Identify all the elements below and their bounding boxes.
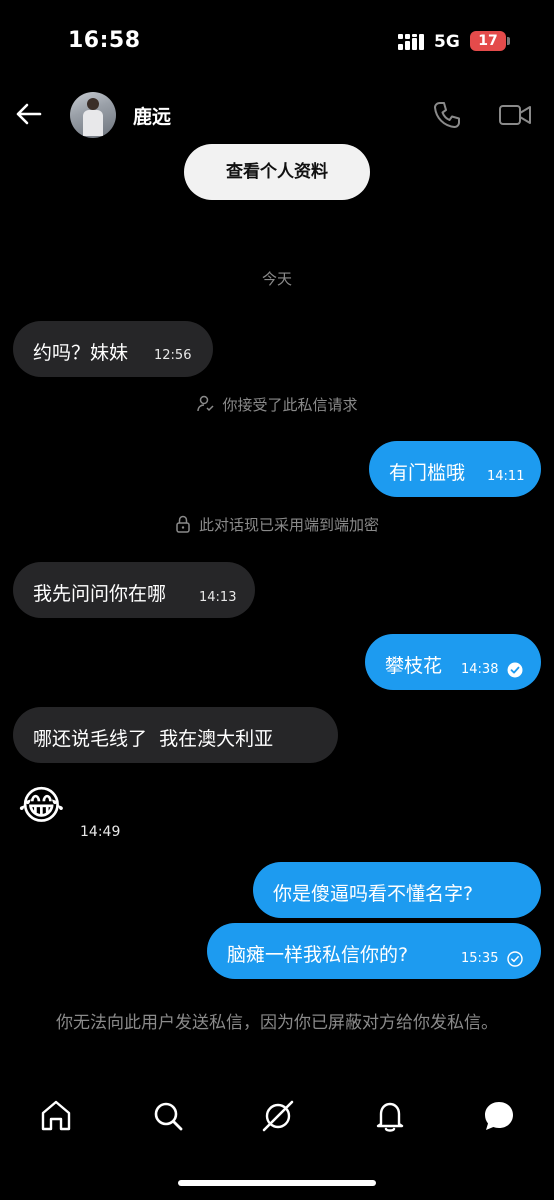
message-outgoing[interactable]: 脑瘫一样我私信你的? 15:35 [207,923,541,979]
person-check-icon [197,395,215,412]
message-text: 哪还说毛线了 我在澳大利亚 [33,728,274,750]
video-call-icon[interactable] [498,100,532,130]
system-text: 此对话现已采用端到端加密 [198,516,379,534]
contact-name[interactable]: 鹿远 [133,102,171,129]
message-text: 我先问问你在哪 [33,583,167,605]
message-time: 12:56 [154,348,192,363]
message-outgoing[interactable]: 攀枝花 14:38 [365,634,541,690]
message-text: 脑瘫一样我私信你的? [227,944,409,966]
status-time: 16:58 [68,28,141,53]
lock-icon [176,515,190,533]
message-time: 14:11 [487,469,525,484]
message-time: 15:35 [461,951,499,966]
home-icon[interactable] [38,1098,74,1134]
message-time: 14:49 [80,824,121,840]
message-text: 攀枝花 [385,655,443,677]
battery-cap [507,37,510,45]
message-incoming[interactable]: 约吗？妹妹 12:56 [13,321,213,377]
blocked-notice: 你无法向此用户发送私信，因为你已屏蔽对方给你发私信。 [56,1013,498,1033]
message-time: 14:38 [461,662,499,677]
date-divider: 今天 [261,270,292,288]
messages-icon[interactable] [481,1098,517,1134]
system-message-accepted: 你接受了此私信请求 [0,394,554,415]
message-time: 14:13 [199,590,237,605]
signal-icon [398,34,424,50]
system-message-encrypted: 此对话现已采用端到端加密 [0,514,554,535]
phone-icon[interactable] [432,100,462,130]
battery-icon: 17 [470,31,506,51]
network-type: 5G [434,32,460,52]
message-text: 约吗？妹妹 [33,342,129,364]
back-arrow-icon[interactable] [14,100,42,128]
read-check-icon [507,662,523,678]
search-icon[interactable] [150,1098,186,1134]
view-profile-button[interactable]: 查看个人资料 [184,144,370,200]
avatar[interactable] [70,92,116,138]
message-incoming[interactable]: 哪还说毛线了 我在澳大利亚 [13,707,338,763]
message-text: 有门槛哦 [389,462,466,484]
message-text: 你是傻逼吗看不懂名字? [273,883,474,905]
message-outgoing[interactable]: 你是傻逼吗看不懂名字? [253,862,541,918]
message-emoji[interactable]: 😂 [18,784,65,828]
system-text: 你接受了此私信请求 [222,396,358,414]
message-incoming[interactable]: 我先问问你在哪 14:13 [13,562,255,618]
message-outgoing[interactable]: 有门槛哦 14:11 [369,441,541,497]
sent-check-icon [507,951,523,967]
grok-icon[interactable] [260,1098,296,1134]
bell-icon[interactable] [372,1098,408,1134]
home-indicator [178,1180,376,1186]
